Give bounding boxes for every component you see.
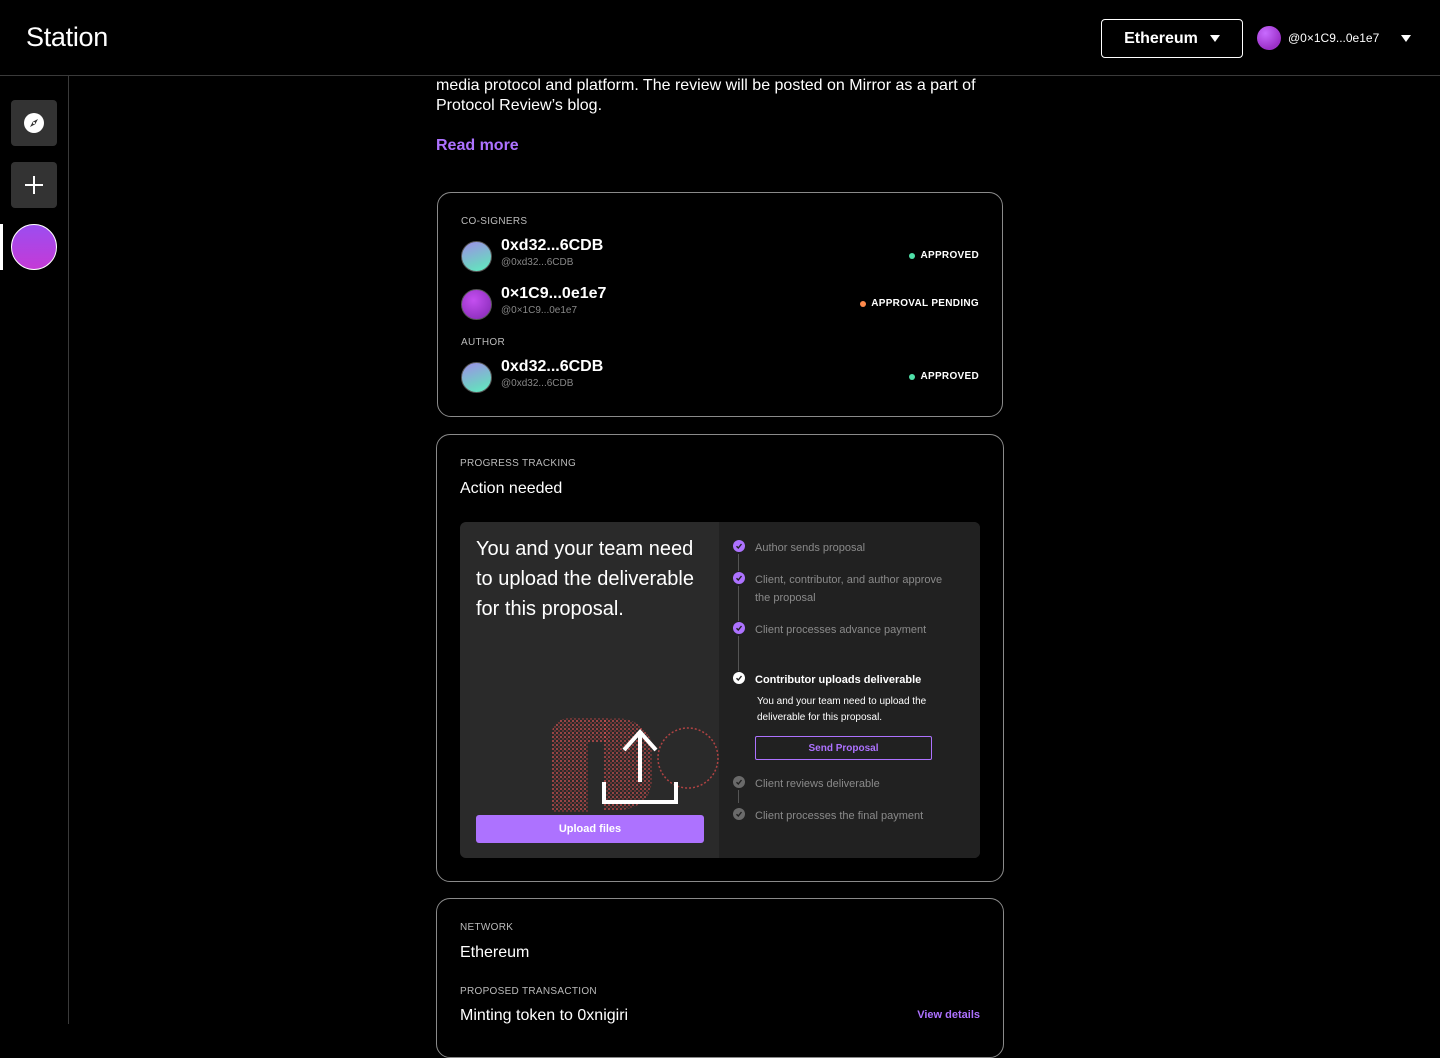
check-icon bbox=[733, 808, 745, 820]
progress-status: Action needed bbox=[460, 480, 563, 497]
status-dot-icon bbox=[860, 300, 867, 307]
upload-instruction-heading: You and your team need to upload the del… bbox=[476, 538, 694, 620]
progress-steps: Author sends proposal Client, contributo… bbox=[719, 522, 980, 858]
status-text: APPROVED bbox=[920, 250, 979, 261]
check-icon bbox=[733, 672, 745, 684]
author-name[interactable]: 0xd32...6CDB bbox=[501, 358, 603, 376]
status-badge: APPROVED bbox=[909, 250, 979, 261]
author-label: AUTHOR bbox=[461, 337, 506, 348]
status-text: APPROVAL PENDING bbox=[871, 298, 979, 309]
step-connector bbox=[738, 790, 739, 803]
check-icon bbox=[733, 622, 745, 634]
step-label: Client reviews deliverable bbox=[755, 778, 880, 790]
check-icon bbox=[733, 776, 745, 788]
current-step-detail: You and your team need to upload the del… bbox=[757, 696, 927, 723]
account-handle: @0×1C9...0e1e7 bbox=[1288, 31, 1380, 45]
network-select-button[interactable]: Ethereum bbox=[1101, 19, 1243, 58]
check-icon bbox=[733, 540, 745, 552]
cosigners-label: CO-SIGNERS bbox=[461, 216, 528, 227]
progress-panel: You and your team need to upload the del… bbox=[460, 522, 980, 858]
step-connector bbox=[738, 636, 739, 671]
upload-files-button[interactable]: Upload files bbox=[476, 815, 704, 843]
status-badge: APPROVAL PENDING bbox=[860, 298, 979, 309]
status-dot-icon bbox=[909, 252, 916, 259]
station-logo[interactable]: Station bbox=[26, 22, 108, 53]
signer-handle: @0xd32...6CDB bbox=[501, 257, 574, 268]
signer-name[interactable]: 0xd32...6CDB bbox=[501, 237, 603, 255]
progress-tracking-card: PROGRESS TRACKING Action needed You and … bbox=[436, 434, 1004, 882]
step-connector bbox=[738, 586, 739, 621]
sidebar-active-indicator bbox=[0, 224, 3, 270]
sidebar bbox=[0, 76, 69, 1024]
proposal-description: media protocol and platform. The review … bbox=[436, 77, 976, 114]
upload-illustration-icon bbox=[552, 717, 719, 812]
compass-icon bbox=[24, 113, 44, 133]
step-label: Client, contributor, and author approve … bbox=[755, 574, 943, 604]
avatar bbox=[461, 241, 492, 272]
avatar bbox=[461, 289, 492, 320]
network-select-label: Ethereum bbox=[1124, 29, 1198, 47]
account-avatar bbox=[1257, 26, 1281, 50]
network-card: NETWORK Ethereum PROPOSED TRANSACTION Mi… bbox=[436, 898, 1004, 1058]
sidebar-create-button[interactable] bbox=[11, 162, 57, 208]
chevron-down-icon bbox=[1401, 34, 1412, 42]
sidebar-terminal-avatar[interactable] bbox=[11, 224, 57, 270]
plus-icon bbox=[25, 176, 43, 194]
read-more-link[interactable]: Read more bbox=[436, 137, 519, 155]
chevron-down-icon bbox=[1209, 35, 1220, 42]
step-label: Author sends proposal bbox=[755, 542, 866, 554]
author-handle: @0xd32...6CDB bbox=[501, 378, 574, 389]
network-label: NETWORK bbox=[460, 922, 514, 933]
step-label: Contributor uploads deliverable bbox=[755, 674, 922, 686]
step-label: Client processes advance payment bbox=[755, 624, 927, 636]
transaction-value: Minting token to 0xnigiri bbox=[460, 1007, 629, 1024]
view-details-link[interactable]: View details bbox=[917, 1009, 980, 1021]
cosigner-row: 0×1C9...0e1e7 @0×1C9...0e1e7 APPROVAL PE… bbox=[461, 285, 979, 321]
signer-name[interactable]: 0×1C9...0e1e7 bbox=[501, 285, 606, 303]
status-badge: APPROVED bbox=[909, 371, 979, 382]
top-header: Station Ethereum @0×1C9...0e1e7 bbox=[0, 0, 1440, 76]
author-row: 0xd32...6CDB @0xd32...6CDB APPROVED bbox=[461, 358, 979, 394]
signer-handle: @0×1C9...0e1e7 bbox=[501, 305, 578, 316]
cosigner-row: 0xd32...6CDB @0xd32...6CDB APPROVED bbox=[461, 237, 979, 273]
sidebar-explore-button[interactable] bbox=[11, 100, 57, 146]
transaction-label: PROPOSED TRANSACTION bbox=[460, 986, 597, 997]
step-label: Client processes the final payment bbox=[755, 810, 924, 822]
step-connector bbox=[738, 554, 739, 571]
avatar bbox=[461, 362, 492, 393]
send-proposal-button[interactable]: Send Proposal bbox=[755, 736, 932, 760]
check-icon bbox=[733, 572, 745, 584]
status-dot-icon bbox=[909, 373, 916, 380]
status-text: APPROVED bbox=[920, 371, 979, 382]
network-value: Ethereum bbox=[460, 944, 530, 961]
progress-tracking-label: PROGRESS TRACKING bbox=[460, 458, 577, 469]
signers-card: CO-SIGNERS 0xd32...6CDB @0xd32...6CDB AP… bbox=[437, 192, 1003, 417]
account-menu[interactable]: @0×1C9...0e1e7 bbox=[1257, 26, 1412, 50]
